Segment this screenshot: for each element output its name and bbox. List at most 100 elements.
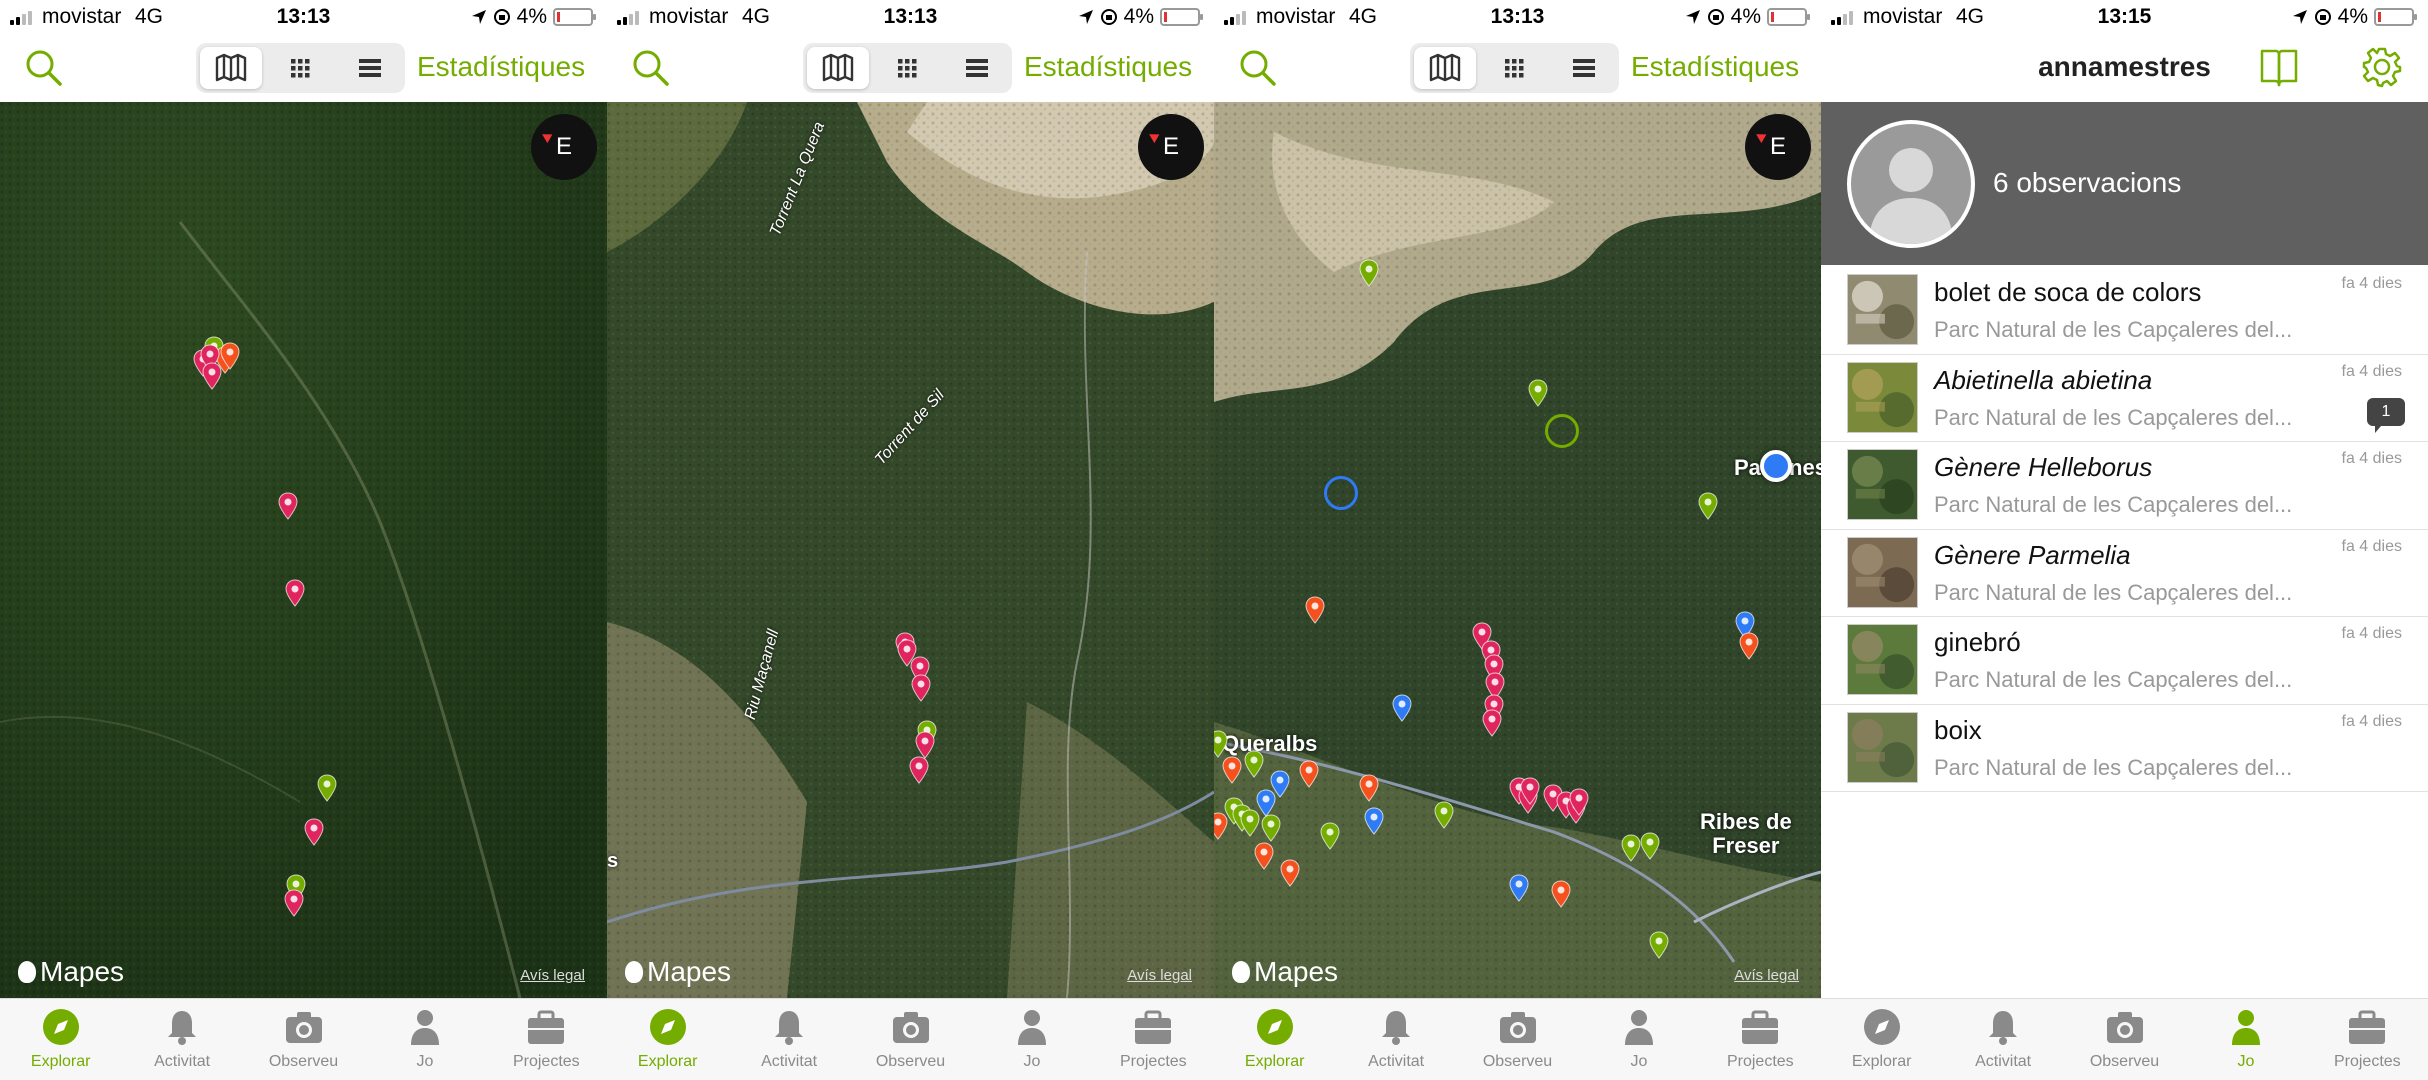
tab-activitat[interactable]: Activitat <box>728 999 849 1080</box>
map-view-button[interactable] <box>1414 47 1476 89</box>
tab-explorar[interactable]: Explorar <box>1214 999 1335 1080</box>
observation-pin-orange[interactable] <box>1299 760 1319 788</box>
observation-pin-pink[interactable] <box>1482 709 1502 737</box>
observation-pin-orange[interactable] <box>1254 842 1274 870</box>
observation-pin-green[interactable] <box>1621 834 1641 862</box>
legal-link[interactable]: Avís legal <box>520 967 585 984</box>
observation-pin-orange[interactable] <box>1551 880 1571 908</box>
list-view-button[interactable] <box>946 47 1008 89</box>
map-view-button[interactable] <box>807 47 869 89</box>
observation-row[interactable]: Gènere Helleborus Parc Natural de les Ca… <box>1821 442 2428 530</box>
map-view-button[interactable] <box>200 47 262 89</box>
tab-activitat[interactable]: Activitat <box>1942 999 2063 1080</box>
tab-projectes[interactable]: Projectes <box>2307 999 2428 1080</box>
tab-projectes[interactable]: Projectes <box>1700 999 1821 1080</box>
observation-pin-orange[interactable] <box>1359 774 1379 802</box>
observation-pin-orange[interactable] <box>1305 596 1325 624</box>
screen-profile: movistar 4G 13:15 4% annamestres 6 obser… <box>1821 0 2428 1080</box>
observation-pin-pink[interactable] <box>278 492 298 520</box>
tab-explorar[interactable]: Explorar <box>1821 999 1942 1080</box>
compass-button[interactable]: E <box>1745 114 1811 180</box>
observation-pin-pink[interactable] <box>202 362 222 390</box>
observation-pin-pink[interactable] <box>1569 788 1589 816</box>
observation-thumbnail <box>1847 274 1918 345</box>
grid-view-button[interactable] <box>1483 47 1545 89</box>
search-icon[interactable] <box>629 46 673 90</box>
observation-pin-blue[interactable] <box>1509 874 1529 902</box>
tab-jo[interactable]: Jo <box>971 999 1092 1080</box>
grid-view-button[interactable] <box>269 47 331 89</box>
statistics-link[interactable]: Estadístiques <box>417 51 585 83</box>
observation-pin-green[interactable] <box>1320 822 1340 850</box>
map-view[interactable]: Torrent La Quera Torrent de Sil Riu Maça… <box>607 102 1214 998</box>
gear-icon[interactable] <box>2360 45 2404 89</box>
observation-pin-green[interactable] <box>1434 801 1454 829</box>
observation-pin-green[interactable] <box>1244 750 1264 778</box>
observation-cluster-blue[interactable] <box>1324 476 1358 510</box>
observation-pin-pink[interactable] <box>915 731 935 759</box>
observation-row[interactable]: bolet de soca de colors Parc Natural de … <box>1821 267 2428 355</box>
observation-pin-orange[interactable] <box>1222 756 1242 784</box>
map-view[interactable]: E Mapes Avís legal <box>0 102 607 998</box>
tab-explorar[interactable]: Explorar <box>0 999 121 1080</box>
statistics-link[interactable]: Estadístiques <box>1631 51 1799 83</box>
observation-pin-green[interactable] <box>1698 492 1718 520</box>
tab-jo[interactable]: Jo <box>1578 999 1699 1080</box>
list-icon <box>966 59 988 77</box>
observation-pin-pink[interactable] <box>909 756 929 784</box>
legal-link[interactable]: Avís legal <box>1127 967 1192 984</box>
observation-pin-green[interactable] <box>1649 931 1669 959</box>
screen-explore-map-1: movistar 4G 13:13 4% Estadístiques E Map… <box>0 0 607 1080</box>
tab-activitat[interactable]: Activitat <box>121 999 242 1080</box>
observation-pin-pink[interactable] <box>911 674 931 702</box>
tab-observeu[interactable]: Observeu <box>850 999 971 1080</box>
observation-pin-pink[interactable] <box>1520 777 1540 805</box>
observation-row[interactable]: ginebró Parc Natural de les Capçaleres d… <box>1821 617 2428 705</box>
tab-observeu[interactable]: Observeu <box>1457 999 1578 1080</box>
observation-pin-orange[interactable] <box>1214 812 1228 840</box>
grid-view-button[interactable] <box>876 47 938 89</box>
observation-pin-orange[interactable] <box>1739 632 1759 660</box>
observation-pin-orange[interactable] <box>1280 859 1300 887</box>
compass-button[interactable]: E <box>531 114 597 180</box>
list-view-button[interactable] <box>1553 47 1615 89</box>
search-icon[interactable] <box>22 46 66 90</box>
map-view[interactable]: Queralbs Ribes de Freser Pardines E Mape… <box>1214 102 1821 998</box>
explore-header: Estadístiques <box>607 34 1214 102</box>
observation-pin-pink[interactable] <box>284 889 304 917</box>
observation-cluster-green[interactable] <box>1545 414 1579 448</box>
observation-pin-green[interactable] <box>1640 832 1660 860</box>
observation-pin-pink[interactable] <box>285 579 305 607</box>
observation-pin-pink[interactable] <box>304 818 324 846</box>
observation-row[interactable]: Abietinella abietina Parc Natural de les… <box>1821 355 2428 442</box>
tab-jo[interactable]: Jo <box>364 999 485 1080</box>
book-icon[interactable] <box>2258 45 2300 89</box>
observation-pin-blue[interactable] <box>1392 694 1412 722</box>
tab-activitat[interactable]: Activitat <box>1335 999 1456 1080</box>
observation-pin-green[interactable] <box>317 774 337 802</box>
statistics-link[interactable]: Estadístiques <box>1024 51 1192 83</box>
observation-pin-blue[interactable] <box>1256 789 1276 817</box>
observation-pin-green[interactable] <box>1261 814 1281 842</box>
observation-row[interactable]: Gènere Parmelia Parc Natural de les Capç… <box>1821 530 2428 617</box>
tab-observeu[interactable]: Observeu <box>243 999 364 1080</box>
legal-link[interactable]: Avís legal <box>1734 967 1799 984</box>
tab-explorar[interactable]: Explorar <box>607 999 728 1080</box>
observation-pin-green[interactable] <box>1214 730 1228 758</box>
search-icon[interactable] <box>1236 46 1280 90</box>
observation-pin-blue[interactable] <box>1364 807 1384 835</box>
battery-icon <box>2374 8 2417 26</box>
observation-row[interactable]: boix Parc Natural de les Capçaleres del.… <box>1821 705 2428 792</box>
avatar[interactable] <box>1847 120 1975 248</box>
tab-projectes[interactable]: Projectes <box>1093 999 1214 1080</box>
observation-pin-green[interactable] <box>1359 259 1379 287</box>
observation-pin-orange[interactable] <box>220 342 240 370</box>
observation-pin-green[interactable] <box>1528 379 1548 407</box>
tab-projectes[interactable]: Projectes <box>486 999 607 1080</box>
tab-jo[interactable]: Jo <box>2185 999 2306 1080</box>
view-mode-selector <box>803 43 1012 93</box>
battery-percent: 4% <box>516 5 547 28</box>
compass-button[interactable]: E <box>1138 114 1204 180</box>
list-view-button[interactable] <box>339 47 401 89</box>
tab-observeu[interactable]: Observeu <box>2064 999 2185 1080</box>
